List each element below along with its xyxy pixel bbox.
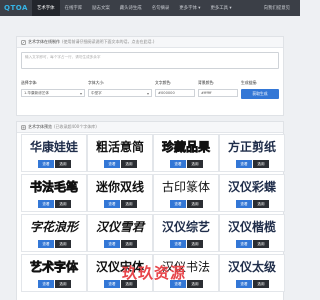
font-card: 汉仪综艺查看 选用 [153,214,219,252]
select-button[interactable]: 选用 [253,280,269,288]
generate-button[interactable]: 获取生成 [241,89,279,99]
font-card: 汉仪楷榄查看 选用 [219,214,285,252]
watermark-text: 玖玖资源 [122,264,187,282]
color-label: 文字颜色: [155,80,172,85]
font-card: 汉仪太级查看 选用 [219,254,285,292]
bg-color-label: 背景颜色: [198,80,215,85]
font-preview[interactable]: 古印篆体 [156,177,216,196]
font-card: 字花浪形查看 选用 [21,214,87,252]
view-button[interactable]: 查看 [170,200,186,208]
select-button[interactable]: 选用 [253,160,269,168]
chevron-down-icon [80,92,82,95]
select-button[interactable]: 选用 [187,160,203,168]
preset-title: 艺术字体预览 [28,124,52,129]
font-preview[interactable]: 书法毛笔 [24,177,84,196]
size-select[interactable]: 中型字 [88,89,152,97]
feedback-link[interactable]: 向我们提意见 [264,5,300,11]
bg-color-input[interactable]: #ffffff [198,89,238,97]
select-button[interactable]: 选用 [253,200,269,208]
select-button[interactable]: 选用 [121,160,137,168]
select-button[interactable]: 选用 [55,160,71,168]
font-card: 汉仪彩蝶查看 选用 [219,174,285,212]
font-preview[interactable]: 艺术字体 [24,257,84,276]
font-card: 书法毛笔查看 选用 [21,174,87,212]
top-navbar: QTOA 艺术字体 在线字库 励志文案 藏头诗生成 名句摘录 更多字体 ▾ 更多… [0,0,300,16]
nav-item-more-tools[interactable]: 更多工具 ▾ [205,0,236,16]
font-card: 华康娃娃查看 选用 [21,134,87,172]
nav-item-quotes[interactable]: 励志文案 [87,0,115,16]
generator-title: 艺术字体在线制作 [28,39,60,44]
view-button[interactable]: 查看 [236,240,252,248]
generator-header: 艺术字体在线制作 (使用前请仔细阅读说明下面文本的话，点击在此话.) [17,37,283,48]
select-button[interactable]: 选用 [55,200,71,208]
font-preview[interactable]: 汉仪彩蝶 [222,177,282,196]
select-button[interactable]: 选用 [55,280,71,288]
font-card: 古印篆体查看 选用 [153,174,219,212]
nav-item-acrostic[interactable]: 藏头诗生成 [115,0,147,16]
select-button[interactable]: 选用 [187,240,203,248]
view-button[interactable]: 查看 [170,160,186,168]
font-preview[interactable]: 汉仪楷榄 [222,217,282,236]
site-logo[interactable]: QTOA [0,0,32,16]
nav-item-font-library[interactable]: 在线字库 [60,0,88,16]
view-button[interactable]: 查看 [104,200,120,208]
select-button[interactable]: 选用 [55,240,71,248]
font-preview[interactable]: 方正剪纸 [222,137,282,156]
font-preview[interactable]: 珍藏品果 [156,137,216,156]
font-preview[interactable]: 汉仪太级 [222,257,282,276]
font-card: 方正剪纸查看 选用 [219,134,285,172]
view-button[interactable]: 查看 [104,160,120,168]
select-button[interactable]: 选用 [121,200,137,208]
preset-header: 艺术字体预览 (已收录超400个字体库) [17,122,283,133]
view-button[interactable]: 查看 [38,280,54,288]
nav-item-art-fonts[interactable]: 艺术字体 [32,0,60,16]
preset-note: (已收录超400个字体库) [54,124,97,129]
font-card: 汉仪雪君查看 选用 [87,214,153,252]
view-button[interactable]: 查看 [38,200,54,208]
font-card: 迷你双线查看 选用 [87,174,153,212]
font-label: 选择字体: [21,80,38,85]
view-button[interactable]: 查看 [236,280,252,288]
font-preview[interactable]: 汉仪综艺 [156,217,216,236]
chevron-down-icon [147,92,149,95]
generator-note: (使用前请仔细阅读说明下面文本的话，点击在此话.) [62,39,155,44]
font-card: 艺术字体查看 选用 [21,254,87,292]
view-button[interactable]: 查看 [38,240,54,248]
text-input[interactable]: 输入文字即可，每个字占一行，请勿生成多余字 [21,52,279,69]
view-button[interactable]: 查看 [236,200,252,208]
main-nav: 艺术字体 在线字库 励志文案 藏头诗生成 名句摘录 更多字体 ▾ 更多工具 ▾ [32,0,237,16]
nav-item-more-fonts[interactable]: 更多字体 ▾ [174,0,205,16]
list-icon [21,124,26,130]
text-color-input[interactable]: #000000 [155,89,195,97]
font-preview[interactable]: 汉仪雪君 [90,217,150,236]
font-card: 粗活意简查看 选用 [87,134,153,172]
size-label: 字体大小: [88,80,105,85]
select-button[interactable]: 选用 [187,280,203,288]
view-button[interactable]: 查看 [236,160,252,168]
edit-icon [21,39,26,45]
font-preview[interactable]: 迷你双线 [90,177,150,196]
view-button[interactable]: 查看 [170,240,186,248]
select-button[interactable]: 选用 [253,240,269,248]
font-preview[interactable]: 粗活意简 [90,137,150,156]
select-button[interactable]: 选用 [187,200,203,208]
font-preview[interactable]: 字花浪形 [24,217,84,236]
size-select-value: 中型字 [91,90,102,95]
font-select-value: 1.华康新综艺体 [24,90,49,95]
nav-item-famous-lines[interactable]: 名句摘录 [147,0,175,16]
view-button[interactable]: 查看 [38,160,54,168]
generate-label: 生成链接: [241,80,258,85]
font-select[interactable]: 1.华康新综艺体 [21,89,85,97]
select-button[interactable]: 选用 [121,240,137,248]
view-button[interactable]: 查看 [104,280,120,288]
font-card: 珍藏品果查看 选用 [153,134,219,172]
generator-panel: 艺术字体在线制作 (使用前请仔细阅读说明下面文本的话，点击在此话.) 输入文字即… [16,36,284,116]
font-preview[interactable]: 华康娃娃 [24,137,84,156]
view-button[interactable]: 查看 [104,240,120,248]
